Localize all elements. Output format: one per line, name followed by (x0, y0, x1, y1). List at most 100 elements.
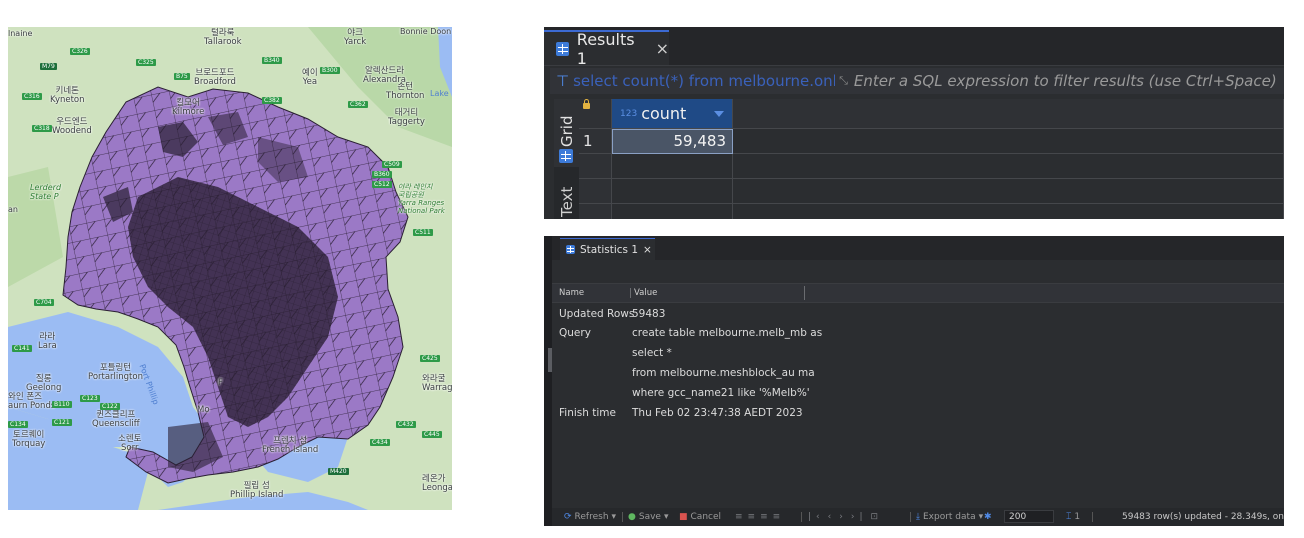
column-header-count[interactable]: 123 count (612, 99, 733, 129)
close-icon[interactable]: × (656, 39, 669, 58)
empty-row (579, 179, 612, 204)
expand-icon[interactable]: ⤡ (839, 74, 848, 88)
status-text: 59483 row(s) updated - 28.349s, on 2023-… (1122, 512, 1284, 522)
map-label: F (218, 378, 223, 388)
sql-icon[interactable]: ⊤ (556, 72, 569, 90)
filter-input[interactable]: Enter a SQL expression to filter results… (854, 72, 1277, 90)
map-label: 포틀링턴 Portarlington (88, 363, 143, 382)
map-label: Lake (430, 89, 449, 98)
row-revert-icon[interactable]: ≡ (773, 512, 783, 522)
first-page-icon[interactable]: |‹ (808, 512, 825, 522)
road-shield: C325 (136, 59, 156, 66)
chevron-down-icon: ▾ (611, 512, 617, 522)
cancel-label: Cancel (690, 512, 722, 522)
next-page-icon[interactable]: › (839, 512, 848, 522)
refresh-button[interactable]: ⟳ Refresh ▾ (564, 512, 616, 522)
road-shield: C382 (262, 97, 282, 104)
toolbar-divider (622, 512, 623, 522)
road-shield: C512 (372, 181, 392, 188)
road-shield: C134 (8, 421, 28, 428)
map-label: 와인 폰즈 aurn Ponds (8, 392, 56, 411)
stat-value: where gcc_name21 like '%Melb%' (632, 387, 810, 399)
grid-filler (733, 129, 1284, 154)
map-label: 소렌토 Sorr (118, 434, 142, 453)
cancel-button[interactable]: ■ Cancel (679, 512, 721, 522)
grid-icon (559, 149, 573, 163)
prev-page-icon[interactable]: ‹ (828, 512, 837, 522)
row-number[interactable]: 1 (579, 129, 612, 154)
tab-results-1[interactable]: Results 1 × (544, 30, 669, 68)
fetch-size-input[interactable]: 200 (1004, 510, 1054, 523)
road-shield: M79 (40, 63, 57, 70)
map-label: 라라 Lara (38, 332, 57, 351)
row-edit-icons[interactable]: ≡ ≡ ≡ ≡ (735, 512, 782, 522)
chevron-down-icon: ▾ (663, 512, 669, 522)
road-shield: C141 (12, 345, 32, 352)
stat-value: Thu Feb 02 23:47:38 AEDT 2023 (632, 407, 803, 419)
empty-row (579, 154, 612, 179)
empty-cell (612, 204, 733, 219)
map-label: 와라굴 Warragu (422, 374, 452, 393)
column-header-value[interactable]: Value (630, 288, 657, 298)
grid-icon (566, 245, 575, 254)
grid-cell[interactable]: 59,483 (612, 129, 733, 154)
stat-row: where gcc_name21 like '%Melb%' (559, 387, 810, 399)
stat-key: Finish time (559, 407, 616, 419)
side-tab-grid[interactable]: Grid (554, 99, 579, 167)
query-text[interactable]: select count(*) from melbourne.only_mel (573, 72, 835, 90)
settings-button[interactable]: ✱ (984, 512, 992, 522)
map-label: 손턴 Thornton (386, 82, 425, 101)
map-label: an (8, 205, 18, 214)
side-tab-text-label: Text (558, 186, 576, 217)
toolbar-divider (1092, 512, 1093, 522)
fit-icon[interactable]: ⊡ (871, 512, 884, 522)
road-shield: C326 (70, 48, 90, 55)
stat-row: Finish time Thu Feb 02 23:47:38 AEDT 202… (559, 407, 803, 419)
row-delete-icon[interactable]: ≡ (760, 512, 770, 522)
column-header-name[interactable]: Name (559, 288, 584, 298)
save-button[interactable]: ● Save ▾ (628, 512, 668, 522)
numeric-type-icon: 123 (620, 108, 638, 119)
road-shield: C425 (420, 355, 440, 362)
statistics-toolbar: ⟳ Refresh ▾ ● Save ▾ ■ Cancel ≡ ≡ ≡ ≡ |‹ ‹ › ›| ⊡ ⤓ E… (552, 508, 1284, 526)
cancel-icon: ■ (679, 512, 688, 522)
side-tab-text[interactable]: Text (554, 179, 579, 219)
tab-statistics-1[interactable]: Statistics 1 × (560, 238, 655, 260)
stat-value: select * (632, 347, 672, 359)
empty-cell (612, 154, 733, 179)
column-name: count (641, 104, 687, 123)
column-divider[interactable] (804, 286, 805, 300)
road-shield: C432 (396, 421, 416, 428)
map-panel[interactable]: lnaine 털라룩 Tallarook 야크 Yarck Bonnie Doo… (8, 27, 452, 510)
check-icon: ● (628, 512, 636, 522)
road-shield: B340 (262, 57, 282, 64)
map-label: 프렌치 섬 French Island (262, 436, 319, 455)
map-label: lnaine (8, 29, 33, 38)
stat-row: Updated Rows 59483 (559, 308, 665, 320)
last-page-icon[interactable]: ›| (851, 512, 868, 522)
statistics-tab-bar: Statistics 1 × (552, 236, 1284, 260)
export-data-button[interactable]: ⤓ Export data ▾ (916, 512, 983, 522)
road-shield: C121 (52, 419, 72, 426)
chevron-down-icon: ▾ (978, 512, 984, 522)
map-label: Lerderd State P (30, 183, 62, 201)
panel-gutter (544, 236, 552, 526)
sort-icon[interactable] (714, 110, 724, 117)
road-shield: C122 (100, 403, 120, 410)
statistics-panel: Statistics 1 × Name Value Updated Rows 5… (544, 236, 1284, 526)
map-label: Bonnie Doon (400, 27, 452, 36)
map-label: 털라룩 Tallarook (204, 28, 242, 47)
road-shield: C318 (32, 125, 52, 132)
grid-icon (556, 41, 569, 56)
empty-row (579, 204, 612, 219)
row-count-button[interactable]: ⌶ 1 (1066, 512, 1080, 522)
toolbar-divider (801, 512, 802, 522)
row-copy-icon[interactable]: ≡ (748, 512, 758, 522)
toolbar-divider (910, 512, 911, 522)
statistics-header: Name Value (552, 283, 1284, 303)
road-shield: C316 (22, 93, 42, 100)
row-add-icon[interactable]: ≡ (735, 512, 745, 522)
close-icon[interactable]: × (643, 244, 652, 256)
map-label: 킬모어 Kilmore (172, 98, 205, 117)
resize-handle[interactable] (548, 348, 552, 372)
